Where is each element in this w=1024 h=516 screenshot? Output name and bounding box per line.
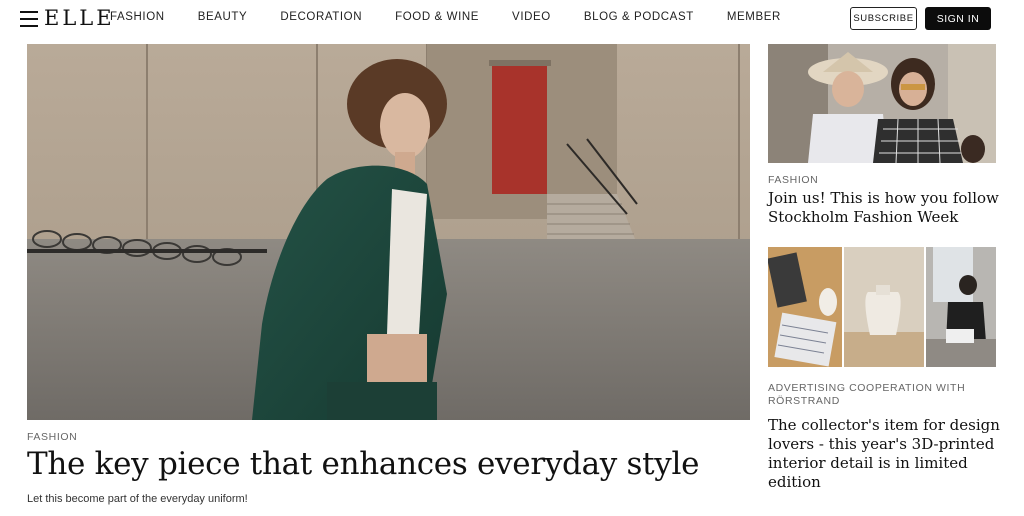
card-title-fashion-week[interactable]: Join us! This is how you follow Stockhol… xyxy=(768,189,1008,227)
site-header: ELLE FASHION BEAUTY DECORATION FOOD & WI… xyxy=(0,0,1024,38)
nav-item-video[interactable]: VIDEO xyxy=(512,11,551,23)
nav-item-beauty[interactable]: BEAUTY xyxy=(198,11,248,23)
nav-item-food-wine[interactable]: FOOD & WINE xyxy=(395,11,479,23)
hero-title[interactable]: The key piece that enhances everyday sty… xyxy=(27,446,699,482)
card-category-advertising[interactable]: ADVERTISING COOPERATION WITH RÖRSTRAND xyxy=(768,382,988,408)
sign-in-button[interactable]: SIGN IN xyxy=(925,7,991,30)
menu-icon[interactable] xyxy=(20,11,38,27)
card-image-fashion-week[interactable] xyxy=(768,44,996,163)
card-title-rorstrand[interactable]: The collector's item for design lovers -… xyxy=(768,416,1008,492)
site-logo[interactable]: ELLE xyxy=(44,6,115,30)
nav-item-decoration[interactable]: DECORATION xyxy=(280,11,362,23)
nav-item-fashion[interactable]: FASHION xyxy=(110,11,165,23)
card-category-fashion[interactable]: FASHION xyxy=(768,174,818,186)
nav-item-member[interactable]: MEMBER xyxy=(727,11,781,23)
hero-category[interactable]: FASHION xyxy=(27,431,77,443)
subscribe-button[interactable]: SUBSCRIBE xyxy=(850,7,917,30)
card-image-rorstrand[interactable] xyxy=(768,247,996,367)
main-nav: FASHION BEAUTY DECORATION FOOD & WINE VI… xyxy=(110,11,814,23)
nav-item-blog-podcast[interactable]: BLOG & PODCAST xyxy=(584,11,694,23)
hero-image[interactable] xyxy=(27,44,750,420)
hero-subtitle: Let this become part of the everyday uni… xyxy=(27,493,248,505)
